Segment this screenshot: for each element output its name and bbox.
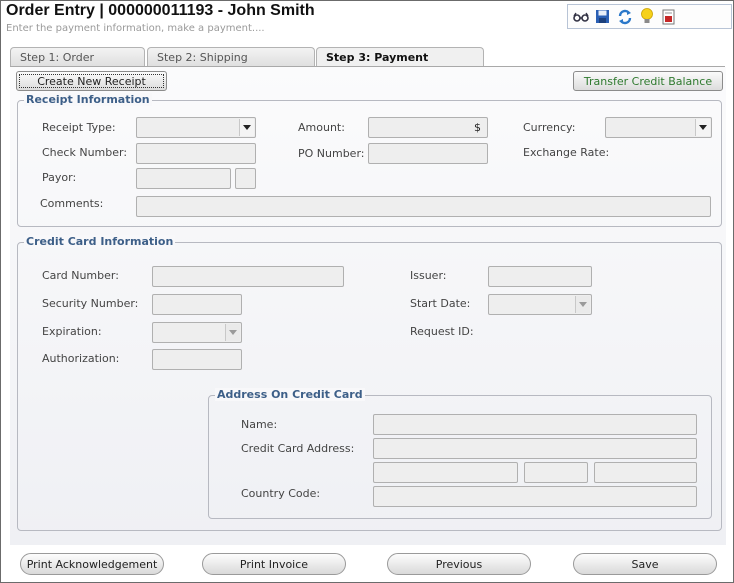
- issuer-label: Issuer:: [410, 269, 447, 282]
- cardholder-name-field[interactable]: [373, 414, 697, 435]
- save-button[interactable]: Save: [573, 553, 717, 575]
- chevron-down-icon[interactable]: [225, 324, 240, 341]
- issuer-field[interactable]: [488, 266, 592, 287]
- check-number-field[interactable]: [136, 143, 256, 164]
- previous-button[interactable]: Previous: [387, 553, 531, 575]
- toolbar: [567, 4, 732, 29]
- amount-field[interactable]: $: [368, 117, 488, 138]
- card-number-field[interactable]: [152, 266, 344, 287]
- start-date-label: Start Date:: [410, 297, 471, 310]
- receipt-type-label: Receipt Type:: [42, 121, 116, 134]
- create-new-receipt-button[interactable]: Create New Receipt: [16, 71, 167, 91]
- refresh-icon[interactable]: [616, 8, 633, 25]
- receipt-information-legend: Receipt Information: [24, 93, 152, 106]
- security-number-field[interactable]: [152, 294, 242, 315]
- page-subtitle: Enter the payment information, make a pa…: [6, 23, 265, 34]
- comments-label: Comments:: [40, 197, 104, 210]
- payor-label: Payor:: [42, 171, 77, 184]
- transfer-credit-balance-button[interactable]: Transfer Credit Balance: [573, 71, 723, 91]
- address-on-credit-card-legend: Address On Credit Card: [215, 388, 365, 401]
- report-icon[interactable]: [660, 8, 677, 25]
- name-label: Name:: [241, 418, 278, 431]
- country-code-field[interactable]: [373, 486, 697, 507]
- postal-code-field[interactable]: [594, 462, 697, 483]
- comments-field[interactable]: [136, 196, 711, 217]
- authorization-field[interactable]: [152, 349, 242, 370]
- save-icon[interactable]: [594, 8, 611, 25]
- city-field[interactable]: [373, 462, 518, 483]
- chevron-down-icon[interactable]: [239, 119, 254, 136]
- tab-order-products[interactable]: Step 1: Order Products: [10, 47, 145, 77]
- start-date-select[interactable]: [488, 294, 592, 315]
- tab-shipping-information[interactable]: Step 2: Shipping Information: [147, 47, 315, 77]
- country-code-label: Country Code:: [241, 487, 321, 500]
- amount-label: Amount:: [298, 121, 345, 134]
- chevron-down-icon[interactable]: [695, 119, 710, 136]
- print-invoice-button[interactable]: Print Invoice: [202, 553, 346, 575]
- expiration-label: Expiration:: [42, 325, 102, 338]
- check-number-label: Check Number:: [42, 146, 128, 159]
- payor-lookup-button[interactable]: [235, 168, 256, 189]
- currency-select[interactable]: [605, 117, 712, 138]
- currency-symbol: $: [474, 121, 481, 134]
- credit-card-address-label: Credit Card Address:: [241, 442, 355, 455]
- tab-payment-information[interactable]: Step 3: Payment Information: [316, 47, 484, 77]
- glasses-icon[interactable]: [572, 8, 589, 25]
- payor-field[interactable]: [136, 168, 231, 189]
- card-number-label: Card Number:: [42, 269, 119, 282]
- currency-label: Currency:: [523, 121, 576, 134]
- order-entry-window: Order Entry | 000000011193 - John Smith …: [0, 0, 734, 583]
- print-acknowledgement-button[interactable]: Print Acknowledgement: [20, 553, 164, 575]
- credit-card-information-legend: Credit Card Information: [24, 235, 176, 248]
- state-field[interactable]: [524, 462, 588, 483]
- credit-card-address-field[interactable]: [373, 438, 697, 459]
- page-title: Order Entry | 000000011193 - John Smith: [6, 2, 315, 19]
- lightbulb-icon[interactable]: [638, 8, 655, 25]
- request-id-label: Request ID:: [410, 325, 474, 338]
- authorization-label: Authorization:: [42, 352, 120, 365]
- po-number-label: PO Number:: [298, 147, 365, 160]
- chevron-down-icon[interactable]: [575, 296, 590, 313]
- po-number-field[interactable]: [368, 143, 488, 164]
- receipt-type-select[interactable]: [136, 117, 256, 138]
- expiration-select[interactable]: [152, 322, 242, 343]
- security-number-label: Security Number:: [42, 297, 139, 310]
- exchange-rate-label: Exchange Rate:: [523, 146, 610, 159]
